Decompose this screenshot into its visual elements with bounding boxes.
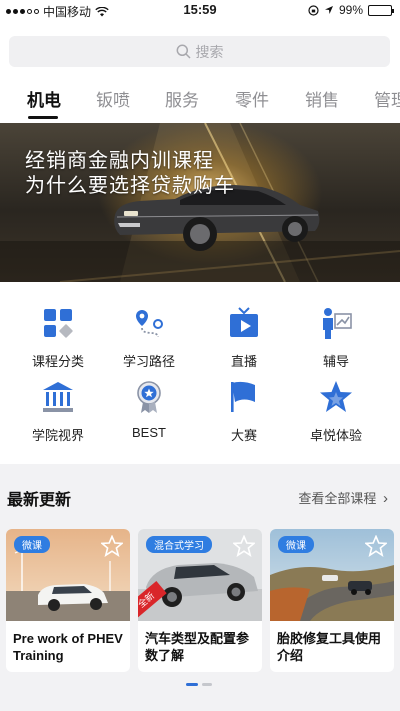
course-thumbnail: 微课 bbox=[270, 529, 394, 621]
tab-xiaoshou[interactable]: 销售 bbox=[305, 86, 339, 111]
page-indicator bbox=[186, 683, 212, 686]
favorite-star-icon[interactable] bbox=[101, 535, 123, 557]
flag-icon bbox=[231, 381, 255, 412]
header: 搜索 机电 钣喷 服务 零件 销售 管理 bbox=[0, 20, 400, 123]
chevron-right-icon: › bbox=[383, 490, 388, 507]
status-bar: 中国移动 15:59 99% bbox=[0, 0, 400, 20]
promo-banner[interactable]: 经销商金融内训课程 为什么要选择贷款购车 bbox=[0, 123, 400, 282]
course-tag: 微课 bbox=[14, 536, 50, 553]
rotation-lock-icon bbox=[308, 4, 319, 16]
coaching-icon bbox=[323, 308, 352, 339]
tab-guanli[interactable]: 管理 bbox=[374, 86, 400, 111]
grid-label: 辅导 bbox=[322, 354, 349, 369]
favorite-star-icon[interactable] bbox=[233, 535, 255, 557]
active-tab-indicator bbox=[28, 116, 58, 119]
grid-item-academy-vision[interactable]: 学院视界 bbox=[8, 380, 108, 444]
grid-item-experience[interactable]: 卓悦体验 bbox=[286, 380, 386, 444]
path-icon bbox=[136, 310, 163, 338]
course-thumbnail: 混合式学习 全新 bbox=[138, 529, 262, 621]
feature-grid: 课程分类 学习路径 直播 辅导 学院视界 BEST 大赛 卓悦体验 bbox=[0, 282, 400, 464]
tab-jidian[interactable]: 机电 bbox=[27, 86, 61, 111]
grid-item-coaching[interactable]: 辅导 bbox=[286, 306, 386, 370]
grid-label: 大赛 bbox=[230, 428, 257, 443]
grid-item-contest[interactable]: 大赛 bbox=[194, 380, 294, 444]
battery-icon bbox=[368, 4, 394, 16]
course-card[interactable]: 微课 胎胶修复工具使用介绍 bbox=[270, 529, 394, 672]
course-tag: 微课 bbox=[278, 536, 314, 553]
page-dot-active bbox=[186, 683, 198, 686]
battery-percent: 99% bbox=[338, 3, 363, 17]
search-placeholder: 搜索 bbox=[195, 43, 224, 60]
course-title: 胎胶修复工具使用介绍 bbox=[277, 631, 382, 663]
tab-banpen[interactable]: 钣喷 bbox=[96, 86, 130, 111]
medal-icon bbox=[137, 381, 161, 413]
grid-item-best[interactable]: BEST bbox=[99, 380, 199, 440]
course-card[interactable]: 混合式学习 全新 汽车类型及配置参数了解 bbox=[138, 529, 262, 672]
category-tabs: 机电 钣喷 服务 零件 销售 管理 bbox=[0, 82, 400, 122]
tab-fuwu[interactable]: 服务 bbox=[165, 86, 199, 111]
live-tv-icon bbox=[230, 307, 258, 337]
banner-subtitle: 为什么要选择贷款购车 bbox=[25, 175, 235, 197]
tab-lingjian[interactable]: 零件 bbox=[235, 86, 269, 111]
grid-item-course-category[interactable]: 课程分类 bbox=[8, 306, 108, 370]
grid-item-live[interactable]: 直播 bbox=[194, 306, 294, 370]
grid-label: 学院视界 bbox=[31, 428, 84, 443]
course-tag: 混合式学习 bbox=[146, 536, 212, 553]
view-all-courses-link[interactable]: 查看全部课程 › bbox=[298, 488, 388, 507]
page-dot bbox=[202, 683, 212, 686]
grid-label: 卓悦体验 bbox=[309, 428, 362, 443]
course-title: 汽车类型及配置参数了解 bbox=[145, 631, 250, 663]
search-bar[interactable]: 搜索 bbox=[9, 36, 390, 67]
star-experience-icon bbox=[320, 381, 352, 412]
grid-item-learning-path[interactable]: 学习路径 bbox=[99, 306, 199, 370]
grid-label: 课程分类 bbox=[31, 354, 84, 369]
course-title: Pre work of PHEV Training bbox=[13, 631, 123, 663]
grid-label: 直播 bbox=[230, 354, 257, 369]
course-card[interactable]: 微课 Pre work of PHEV Training bbox=[6, 529, 130, 672]
course-thumbnail: 微课 bbox=[6, 529, 130, 621]
favorite-star-icon[interactable] bbox=[365, 535, 387, 557]
category-icon bbox=[44, 309, 73, 338]
search-icon bbox=[176, 44, 191, 59]
location-icon bbox=[324, 6, 333, 14]
latest-section: 最新更新 查看全部课程 › 微课 Pre work of PHEV Traini… bbox=[0, 472, 400, 711]
view-all-label: 查看全部课程 bbox=[298, 491, 377, 506]
grid-label: BEST bbox=[132, 425, 166, 440]
status-right: 99% bbox=[308, 3, 394, 17]
section-title: 最新更新 bbox=[7, 492, 72, 509]
academy-icon bbox=[43, 382, 73, 412]
grid-label: 学习路径 bbox=[122, 354, 175, 369]
